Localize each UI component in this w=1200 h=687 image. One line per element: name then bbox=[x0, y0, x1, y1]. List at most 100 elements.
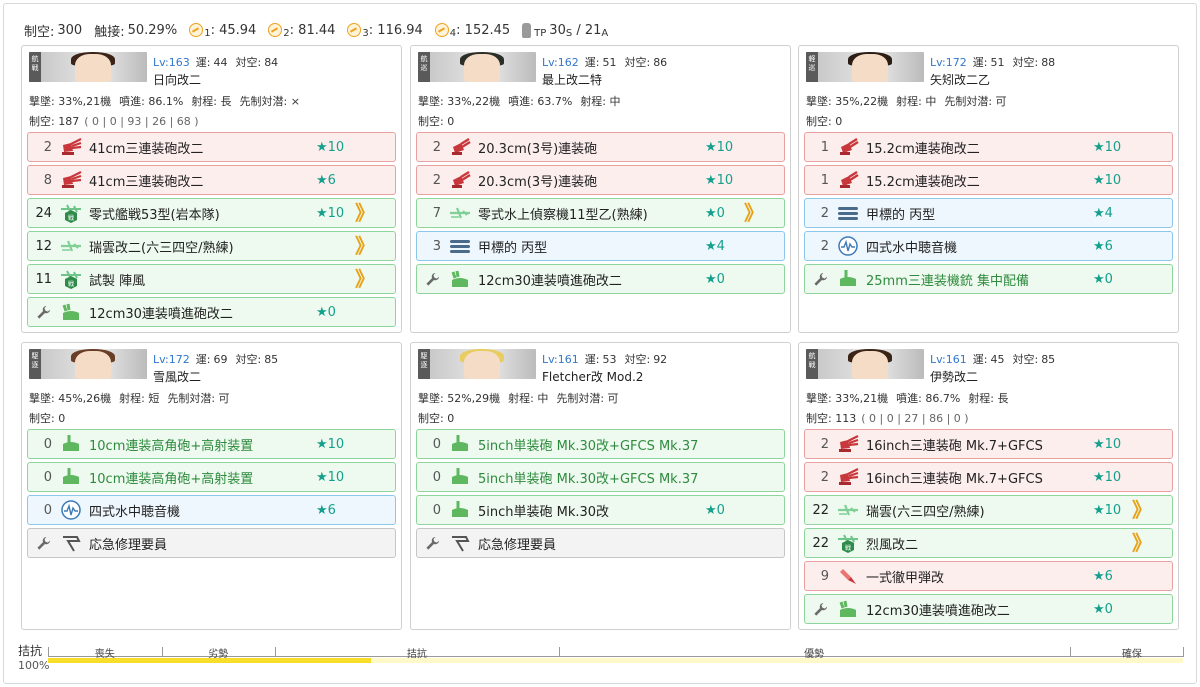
slot-count: 0 bbox=[43, 436, 52, 452]
wrench-icon bbox=[36, 536, 51, 551]
equipment-slot[interactable]: 0 5inch単装砲 Mk.30改+GFCS Mk.37 bbox=[416, 462, 785, 492]
ship-level-line: Lv:172 運: 51 対空: 88 bbox=[930, 56, 1056, 69]
equipment-slot[interactable]: 2 16inch三連装砲 Mk.7+GFCS ★10 bbox=[804, 429, 1173, 459]
equipment-slot[interactable]: 12cm30連装噴進砲改二 ★0 bbox=[804, 594, 1173, 624]
equipment-name: 零式艦戦53型(岩本隊) bbox=[89, 207, 220, 223]
equipment-name: 5inch単装砲 Mk.30改 bbox=[478, 504, 610, 520]
fighter-bomber-icon: 戦 bbox=[837, 533, 859, 553]
equipment-slot[interactable]: 11 戦 試製 陣風 》 bbox=[27, 264, 396, 294]
ship-card[interactable]: 駆逐 Lv:172 運: 69 対空: 85 雪風改二 撃墜: 45%,26機 射程: 短先制対… bbox=[21, 342, 402, 630]
equipment-slot[interactable]: 22 戦 烈風改二 》 bbox=[804, 528, 1173, 558]
ship-card[interactable]: 航戦 Lv:163 運: 44 対空: 84 日向改二 撃墜: 33%,21機 噴進: 86.1… bbox=[21, 45, 402, 333]
improvement-level: ★10 bbox=[1093, 139, 1122, 155]
ship-type-tag: 軽巡 bbox=[806, 52, 818, 82]
ship-stats: 撃墜: 45%,26機 射程: 短先制対潜: 可 bbox=[29, 390, 238, 406]
equipment-slot[interactable]: 22 瑞雲(六三四空/熟練) ★10 》 bbox=[804, 495, 1173, 525]
medium-gun-icon bbox=[837, 137, 859, 157]
ship-banner: 航戦 bbox=[806, 349, 924, 379]
equipment-slot[interactable]: 2 41cm三連装砲改二 ★10 bbox=[27, 132, 396, 162]
equipment-list: 0 10cm連装高角砲+高射装置 ★10 0 10cm連装高角砲+高射装置 ★10 0 四式水… bbox=[27, 429, 396, 561]
slot-count: 1 bbox=[820, 172, 829, 188]
equipment-name: 20.3cm(3号)連装砲 bbox=[478, 174, 598, 190]
formation-1: 1: 45.94 bbox=[189, 23, 256, 39]
ship-aa: 88 bbox=[1041, 56, 1056, 69]
equipment-name: 16inch三連装砲 Mk.7+GFCS bbox=[866, 438, 1043, 454]
equipment-slot[interactable]: 2 四式水中聴音機 ★6 bbox=[804, 231, 1173, 261]
equipment-name: 甲標的 丙型 bbox=[866, 207, 936, 223]
equipment-list: 2 20.3cm(3号)連装砲 ★10 2 20.3cm(3号)連装砲 ★10 7 零式水上偵… bbox=[416, 132, 785, 297]
ship-name: 伊勢改二 bbox=[930, 370, 979, 384]
equipment-slot[interactable]: 1 15.2cm連装砲改二 ★10 bbox=[804, 132, 1173, 162]
equipment-slot[interactable]: 0 5inch単装砲 Mk.30改 ★0 bbox=[416, 495, 785, 525]
improvement-level: ★4 bbox=[1093, 205, 1113, 221]
equipment-slot[interactable]: 9 一式徹甲弾改 ★6 bbox=[804, 561, 1173, 591]
ship-stat: 撃墜: 45%,26機 bbox=[29, 392, 112, 405]
ship-level-line: Lv:163 運: 44 対空: 84 bbox=[153, 56, 279, 69]
equipment-slot[interactable]: 0 10cm連装高角砲+高射装置 ★10 bbox=[27, 462, 396, 492]
ship-luck: 53 bbox=[602, 353, 617, 366]
equipment-slot[interactable]: 3 甲標的 丙型 ★4 bbox=[416, 231, 785, 261]
ship-stat: 撃墜: 33%,21機 bbox=[29, 95, 112, 108]
equipment-slot[interactable]: 12cm30連装噴進砲改二 ★0 bbox=[27, 297, 396, 327]
rocket-launcher-icon bbox=[449, 269, 471, 289]
main-gun-icon bbox=[837, 467, 859, 487]
slot-count: 2 bbox=[43, 139, 52, 155]
seaplane-icon bbox=[60, 236, 82, 256]
equipment-name: 12cm30連装噴進砲改二 bbox=[866, 603, 1010, 619]
equipment-slot[interactable]: 2 甲標的 丙型 ★4 bbox=[804, 198, 1173, 228]
equipment-slot[interactable]: 1 15.2cm連装砲改二 ★10 bbox=[804, 165, 1173, 195]
equipment-slot[interactable]: 7 零式水上偵察機11型乙(熟練) ★0 》 bbox=[416, 198, 785, 228]
equipment-slot[interactable]: 12 瑞雲改二(六三四空/熟練) 》 bbox=[27, 231, 396, 261]
formation-3: 3: 116.94 bbox=[347, 23, 423, 39]
ship-type-tag: 駆逐 bbox=[29, 349, 41, 379]
equipment-slot[interactable]: 24 戦 零式艦戦53型(岩本隊) ★10 》 bbox=[27, 198, 396, 228]
slot-count: 0 bbox=[43, 502, 52, 518]
equipment-slot[interactable]: 12cm30連装噴進砲改二 ★0 bbox=[416, 264, 785, 294]
equipment-slot[interactable]: 2 20.3cm(3号)連装砲 ★10 bbox=[416, 165, 785, 195]
equipment-slot[interactable]: 2 20.3cm(3号)連装砲 ★10 bbox=[416, 132, 785, 162]
ship-banner: 駆逐 bbox=[29, 349, 147, 379]
rocket-launcher-icon bbox=[60, 302, 82, 322]
ship-aa: 92 bbox=[653, 353, 668, 366]
ship-luck: 44 bbox=[213, 56, 228, 69]
equipment-list: 2 16inch三連装砲 Mk.7+GFCS ★10 2 16inch三連装砲 Mk.7… bbox=[804, 429, 1173, 627]
equipment-slot[interactable]: 0 10cm連装高角砲+高射装置 ★10 bbox=[27, 429, 396, 459]
sonar-icon bbox=[60, 500, 82, 520]
ship-name: 日向改二 bbox=[153, 73, 202, 87]
ship-stat: 撃墜: 35%,22機 bbox=[806, 95, 889, 108]
ship-card[interactable]: 航戦 Lv:161 運: 45 対空: 85 伊勢改二 撃墜: 33%,21機 噴進: 86.7… bbox=[798, 342, 1179, 630]
equipment-slot[interactable]: 0 5inch単装砲 Mk.30改+GFCS Mk.37 bbox=[416, 429, 785, 459]
gauge-tick bbox=[1183, 647, 1184, 657]
improvement-level: ★10 bbox=[705, 172, 734, 188]
equipment-slot[interactable]: 2 16inch三連装砲 Mk.7+GFCS ★10 bbox=[804, 462, 1173, 492]
equipment-name: 零式水上偵察機11型乙(熟練) bbox=[478, 207, 648, 223]
equipment-name: 一式徹甲弾改 bbox=[866, 570, 945, 586]
wrench-icon bbox=[813, 272, 828, 287]
proficiency-icon: 》 bbox=[355, 201, 375, 225]
ship-luck: 45 bbox=[990, 353, 1005, 366]
formation-icon bbox=[347, 23, 362, 37]
ship-level: Lv:161 bbox=[542, 353, 579, 366]
proficiency-icon: 》 bbox=[355, 234, 375, 258]
ap-shell-icon bbox=[837, 566, 859, 586]
equipment-name: 20.3cm(3号)連装砲 bbox=[478, 141, 598, 157]
wrench-icon bbox=[36, 305, 51, 320]
gauge-percent: 100% bbox=[18, 659, 50, 672]
equipment-slot[interactable]: 応急修理要員 bbox=[27, 528, 396, 558]
slot-count: 7 bbox=[432, 205, 441, 221]
ship-card[interactable]: 航巡 Lv:162 運: 51 対空: 86 最上改二特 撃墜: 33%,22機 噴進: 63.… bbox=[410, 45, 791, 333]
equipment-slot[interactable]: 25mm三連装機銃 集中配備 ★0 bbox=[804, 264, 1173, 294]
equipment-slot[interactable]: 0 四式水中聴音機 ★6 bbox=[27, 495, 396, 525]
equipment-slot[interactable]: 8 41cm三連装砲改二 ★6 bbox=[27, 165, 396, 195]
slot-count: 2 bbox=[820, 238, 829, 254]
main-gun-icon bbox=[60, 170, 82, 190]
ship-card[interactable]: 駆逐 Lv:161 運: 53 対空: 92 Fletcher改 Mod.2 撃墜: 52%,… bbox=[410, 342, 791, 630]
ship-portrait bbox=[464, 54, 500, 82]
ship-banner: 航戦 bbox=[29, 52, 147, 82]
wrench-icon bbox=[425, 272, 440, 287]
ship-card[interactable]: 軽巡 Lv:172 運: 51 対空: 88 矢矧改二乙 撃墜: 35%,22機 射程: 中先制… bbox=[798, 45, 1179, 333]
ship-airpower: 制空: 187( 0 | 0 | 93 | 26 | 68 ) bbox=[29, 115, 199, 128]
ship-level: Lv:163 bbox=[153, 56, 190, 69]
gauge-tick bbox=[48, 647, 49, 657]
equipment-slot[interactable]: 応急修理要員 bbox=[416, 528, 785, 558]
